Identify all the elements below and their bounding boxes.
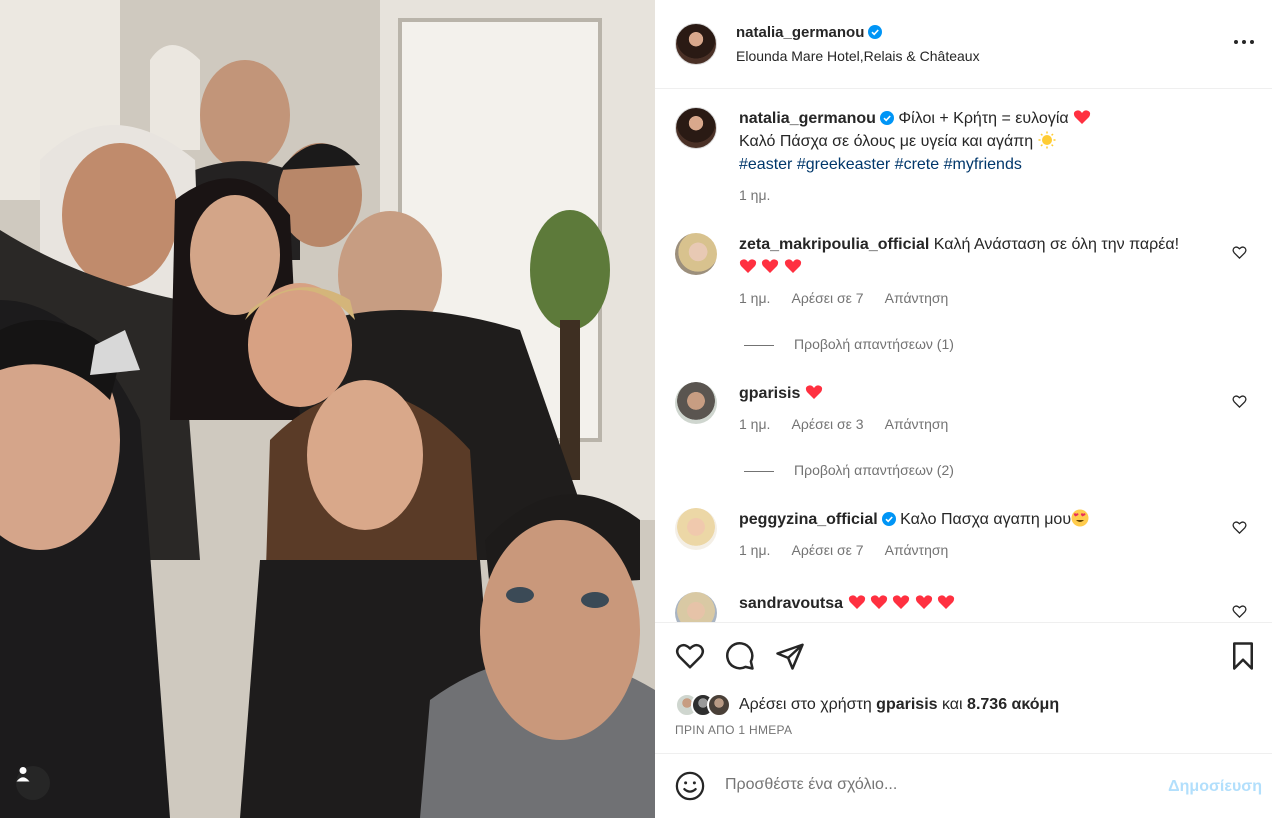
- view-replies-button[interactable]: Προβολή απαντήσεων (1): [744, 336, 954, 352]
- commenter-username[interactable]: gparisis: [739, 385, 800, 402]
- caption-line-2: Καλό Πάσχα σε όλους με υγεία και αγάπη: [739, 130, 1229, 153]
- author-username[interactable]: natalia_germanou: [736, 24, 864, 41]
- comment-body: peggyzina_official Καλο Πασχα αγαπη μου …: [739, 508, 1229, 562]
- view-replies-button[interactable]: Προβολή απαντήσεων (2): [744, 462, 954, 478]
- instagram-post-view: natalia_germanou Elounda Mare Hotel,Rela…: [0, 0, 1272, 818]
- more-dot-icon: [1234, 40, 1238, 44]
- post-photo[interactable]: [0, 0, 655, 818]
- hashtag-link[interactable]: #crete: [895, 156, 939, 173]
- post-actions: Αρέσει στο χρήστη gparisis και 8.736 ακό…: [655, 622, 1272, 753]
- like-comment-heart-icon[interactable]: [1232, 520, 1247, 535]
- commenter-avatar[interactable]: [675, 592, 717, 622]
- verified-badge-icon: [881, 512, 896, 526]
- post-timestamp[interactable]: ΠΡΙΝ ΑΠΟ 1 ΗΜΕΡΑ: [675, 723, 792, 737]
- commenter-username[interactable]: zeta_makripoulia_official: [739, 236, 929, 253]
- hashtag-link[interactable]: #myfriends: [944, 156, 1022, 173]
- commenter-username[interactable]: sandravoutsa: [739, 595, 843, 612]
- verified-badge-icon: [879, 111, 894, 125]
- like-comment-heart-icon[interactable]: [1232, 245, 1247, 260]
- replies-divider: [744, 344, 774, 346]
- author-username-row: natalia_germanou: [736, 24, 883, 41]
- caption-meta: 1 ημ.: [739, 184, 1229, 207]
- post-header: natalia_germanou Elounda Mare Hotel,Rela…: [655, 0, 1272, 89]
- likes-summary: Αρέσει στο χρήστη gparisis και 8.736 ακό…: [675, 692, 1059, 718]
- comments-list[interactable]: natalia_germanou Φίλοι + Κρήτη = ευλογία…: [655, 90, 1272, 622]
- red-heart-emoji-icon: [784, 259, 802, 273]
- red-heart-emoji-icon: [848, 595, 865, 609]
- red-heart-emoji-icon: [739, 259, 757, 273]
- comment-text: Καλο Πασχα αγαπη μου: [900, 511, 1072, 528]
- liker-avatar[interactable]: [707, 693, 731, 717]
- red-heart-emoji-icon: [915, 595, 932, 609]
- more-options-button[interactable]: [1232, 30, 1256, 54]
- red-heart-emoji-icon: [938, 595, 955, 609]
- hashtag-link[interactable]: #easter: [739, 156, 792, 173]
- caption-text-2: Καλό Πάσχα σε όλους με υγεία και αγάπη: [739, 133, 1034, 150]
- comment-bubble-icon[interactable]: [725, 641, 755, 671]
- caption-hashtags: #easter #greekeaster #crete #myfriends: [739, 153, 1229, 176]
- more-dot-icon: [1242, 40, 1246, 44]
- red-heart-emoji-icon: [762, 259, 779, 273]
- like-heart-icon[interactable]: [675, 641, 705, 671]
- save-bookmark-icon[interactable]: [1228, 641, 1258, 671]
- like-comment-heart-icon[interactable]: [1232, 604, 1247, 619]
- red-heart-emoji-icon: [870, 595, 888, 609]
- like-comment-heart-icon[interactable]: [1232, 394, 1247, 409]
- reply-button[interactable]: Απάντηση: [885, 416, 949, 432]
- author-avatar[interactable]: [675, 23, 717, 65]
- comment-time[interactable]: 1 ημ.: [739, 416, 770, 432]
- comment-input[interactable]: [725, 776, 1145, 794]
- more-dot-icon: [1250, 40, 1254, 44]
- post-side-panel: natalia_germanou Elounda Mare Hotel,Rela…: [655, 0, 1272, 818]
- comment-composer: Δημοσίευση: [655, 753, 1272, 818]
- commenter-avatar[interactable]: [675, 382, 717, 424]
- comment-likes-count[interactable]: Αρέσει σε 7: [792, 542, 864, 558]
- commenter-avatar[interactable]: [675, 233, 717, 275]
- comment-meta: 1 ημ. Αρέσει σε 3 Απάντηση: [739, 413, 1229, 436]
- comment-body: gparisis 1 ημ. Αρέσει σε 3 Απάντηση: [739, 382, 1229, 436]
- comment-body: zeta_makripoulia_official Καλή Ανάσταση …: [739, 233, 1229, 310]
- caption-body: natalia_germanou Φίλοι + Κρήτη = ευλογία…: [739, 107, 1229, 207]
- red-heart-emoji-icon: [1073, 110, 1091, 124]
- liker-username[interactable]: gparisis: [876, 696, 937, 713]
- commenter-avatar[interactable]: [675, 508, 717, 550]
- caption-time[interactable]: 1 ημ.: [739, 187, 770, 203]
- commenter-username[interactable]: peggyzina_official: [739, 511, 878, 528]
- post-comment-button[interactable]: Δημοσίευση: [1168, 778, 1262, 796]
- comment-meta: 1 ημ. Αρέσει σε 7 Απάντηση: [739, 287, 1229, 310]
- view-replies-label: Προβολή απαντήσεων (1): [794, 336, 954, 352]
- likes-text: Αρέσει στο χρήστη gparisis και 8.736 ακό…: [739, 696, 1059, 714]
- red-heart-emoji-icon: [893, 595, 910, 609]
- user-icon: [16, 767, 30, 782]
- group-selfie-image: [0, 0, 655, 818]
- likes-prefix: Αρέσει στο χρήστη: [739, 696, 872, 713]
- hashtag-link[interactable]: #greekeaster: [797, 156, 890, 173]
- comment-text: Καλή Ανάσταση σε όλη την παρέα!: [933, 236, 1180, 253]
- tagged-users-button[interactable]: [16, 766, 50, 800]
- likes-conj: και: [941, 696, 963, 713]
- replies-divider: [744, 470, 774, 472]
- caption-avatar[interactable]: [675, 107, 717, 149]
- caption-line-1: natalia_germanou Φίλοι + Κρήτη = ευλογία: [739, 107, 1229, 130]
- red-heart-emoji-icon: [805, 385, 822, 399]
- comment-likes-count[interactable]: Αρέσει σε 3: [792, 416, 864, 432]
- verified-badge-icon: [868, 25, 883, 39]
- likes-others-link[interactable]: 8.736 ακόμη: [967, 696, 1059, 713]
- share-paper-plane-icon[interactable]: [775, 641, 805, 671]
- emoji-picker-icon[interactable]: [675, 771, 705, 801]
- post-location[interactable]: Elounda Mare Hotel,Relais & Châteaux: [736, 48, 980, 64]
- caption-username[interactable]: natalia_germanou: [739, 110, 876, 127]
- comment-body: sandravoutsa: [739, 592, 1229, 615]
- comment-likes-count[interactable]: Αρέσει σε 7: [792, 290, 864, 306]
- reply-button[interactable]: Απάντηση: [885, 542, 949, 558]
- sun-emoji-icon: [1038, 131, 1056, 149]
- heart-eyes-emoji-icon: [1071, 509, 1089, 527]
- comment-meta: 1 ημ. Αρέσει σε 7 Απάντηση: [739, 539, 1229, 562]
- caption-text-1: Φίλοι + Κρήτη = ευλογία: [898, 110, 1069, 127]
- comment-emojis: [739, 256, 1229, 279]
- view-replies-label: Προβολή απαντήσεων (2): [794, 462, 954, 478]
- comment-time[interactable]: 1 ημ.: [739, 542, 770, 558]
- reply-button[interactable]: Απάντηση: [885, 290, 949, 306]
- comment-time[interactable]: 1 ημ.: [739, 290, 770, 306]
